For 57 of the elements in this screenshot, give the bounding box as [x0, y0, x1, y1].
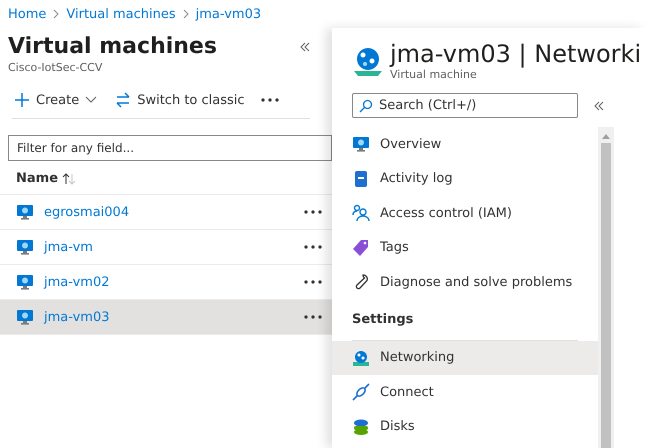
plus-icon — [14, 92, 30, 108]
vm-row[interactable]: jma-vm — [0, 230, 332, 265]
nav-item[interactable]: Connect — [332, 375, 598, 410]
subscription-name: Cisco-IotSec-CCV — [8, 61, 104, 74]
more-button[interactable] — [304, 280, 322, 284]
swap-icon — [115, 92, 132, 108]
more-icon — [304, 315, 322, 319]
toolbar-button[interactable]: Create — [12, 90, 100, 110]
nav-item[interactable]: Disks — [332, 410, 598, 444]
more-icon — [260, 98, 279, 102]
nav-item[interactable]: Tags — [332, 230, 598, 265]
more-icon — [304, 245, 322, 249]
column-header[interactable]: Name — [16, 171, 58, 186]
sort-icon[interactable] — [62, 172, 76, 184]
nav-item[interactable]: Networking — [332, 340, 598, 375]
plug-icon — [352, 383, 370, 402]
breadcrumb-link[interactable]: jma-vm03 — [196, 6, 262, 22]
resource-type: Virtual machine — [390, 68, 478, 81]
breadcrumb-link[interactable]: Home — [8, 6, 46, 22]
more-icon — [304, 280, 322, 284]
disks-icon — [352, 418, 370, 436]
filter-field[interactable]: Filter for any field... — [8, 135, 332, 161]
nav-item[interactable]: Overview — [332, 127, 598, 162]
monitor-icon — [16, 203, 34, 221]
page-title: Virtual machines — [8, 34, 217, 59]
scroll-thumb[interactable] — [601, 143, 611, 448]
breadcrumb-link[interactable]: Virtual machines — [66, 6, 176, 22]
monitor-icon — [352, 135, 370, 154]
blade-title: jma-vm03 | Networki — [390, 40, 642, 68]
more-button[interactable] — [304, 210, 322, 214]
tag-icon — [352, 238, 370, 257]
nav-item[interactable]: Diagnose and solve problems — [332, 265, 598, 300]
more-icon — [304, 210, 322, 214]
search-field[interactable]: Search (Ctrl+/) — [352, 93, 578, 118]
monitor-icon — [16, 308, 34, 326]
toolbar-button[interactable]: Switch to classic — [113, 90, 247, 110]
more-button[interactable] — [260, 98, 279, 102]
log-icon — [352, 170, 370, 188]
section-heading: Settings — [351, 311, 414, 329]
vm-link[interactable]: jma-vm02 — [44, 274, 294, 290]
people-icon — [352, 204, 370, 222]
double-chevron-icon — [594, 100, 604, 110]
vm-row[interactable]: egrosmai004 — [0, 195, 332, 230]
caret-icon — [85, 96, 98, 104]
double-chevron-icon — [300, 42, 310, 52]
globe-icon — [352, 348, 370, 367]
vm-link[interactable]: egrosmai004 — [44, 204, 294, 220]
monitor-icon — [16, 273, 34, 291]
chevron-icon — [52, 9, 60, 19]
nav-item[interactable]: Access control (IAM) — [332, 196, 598, 230]
more-button[interactable] — [304, 315, 322, 319]
chevron-icon — [182, 9, 190, 19]
nav-item[interactable]: Activity log — [332, 162, 598, 196]
more-button[interactable] — [304, 245, 322, 249]
scrollbar[interactable] — [598, 127, 614, 448]
vm-link[interactable]: jma-vm — [44, 240, 294, 254]
monitor-icon — [16, 238, 34, 256]
